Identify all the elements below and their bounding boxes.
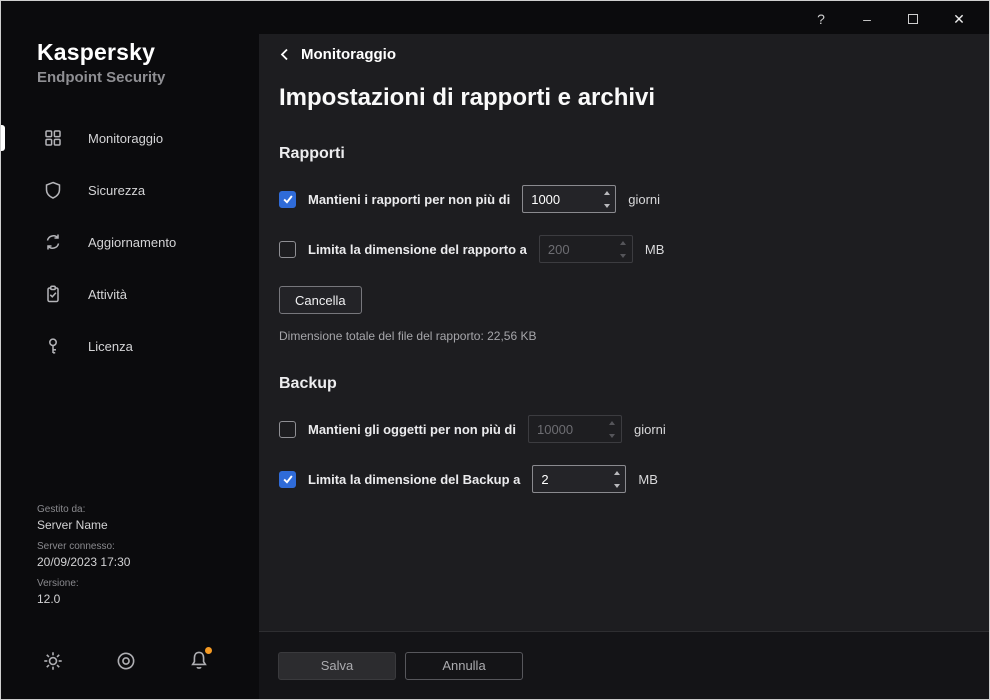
sidebar-item-label: Sicurezza (88, 183, 145, 198)
sidebar-item-licenza[interactable]: Licenza (1, 320, 259, 372)
number-field (539, 235, 633, 263)
spin-up-icon[interactable] (604, 416, 621, 429)
spin-down-icon[interactable] (608, 479, 625, 492)
setting-label: Limita la dimensione del Backup a (308, 472, 520, 487)
sidebar-item-monitoraggio[interactable]: Monitoraggio (1, 112, 259, 164)
server-connected-label: Server connesso: (37, 541, 130, 552)
stepper[interactable] (608, 466, 625, 492)
shield-icon (43, 180, 63, 200)
check-icon (282, 193, 294, 205)
unit-label: MB (645, 242, 665, 257)
sidebar-item-label: Monitoraggio (88, 131, 163, 146)
breadcrumb[interactable]: Monitoraggio (279, 46, 396, 63)
sidebar-item-label: Licenza (88, 339, 133, 354)
backup-size-limit-input[interactable] (533, 466, 608, 492)
clipboard-icon (43, 284, 63, 304)
checkbox-limit-backup-size[interactable] (279, 471, 296, 488)
version-label: Versione: (37, 578, 130, 589)
active-indicator (1, 125, 5, 151)
server-connected-value: 20/09/2023 17:30 (37, 555, 130, 569)
close-button[interactable]: ✕ (939, 5, 979, 33)
sidebar-item-sicurezza[interactable]: Sicurezza (1, 164, 259, 216)
sidebar-item-label: Aggiornamento (88, 235, 176, 250)
keep-reports-days-input[interactable] (523, 186, 598, 212)
brand-logo: Kaspersky Endpoint Security (37, 39, 259, 86)
setting-row-limit-report-size: Limita la dimensione del rapporto a MB (279, 235, 969, 263)
spin-up-icon[interactable] (598, 186, 615, 199)
main-content: Monitoraggio Impostazioni di rapporti e … (259, 34, 989, 699)
brand-name: Kaspersky (37, 39, 259, 66)
page-title: Impostazioni di rapporti e archivi (279, 84, 969, 112)
managed-by-value: Server Name (37, 518, 130, 532)
gear-icon (41, 649, 65, 673)
save-button[interactable]: Salva (278, 652, 396, 680)
checkbox-keep-reports[interactable] (279, 191, 296, 208)
setting-label: Mantieni i rapporti per non più di (308, 192, 510, 207)
maximize-button[interactable] (893, 5, 933, 33)
brand-product: Endpoint Security (37, 69, 259, 86)
checkbox-limit-report-size[interactable] (279, 241, 296, 258)
setting-row-keep-reports: Mantieni i rapporti per non più di giorn… (279, 185, 969, 213)
spin-up-icon[interactable] (608, 466, 625, 479)
notifications-button[interactable] (187, 649, 211, 673)
report-total-size-info: Dimensione totale del file del rapporto:… (279, 329, 969, 343)
managed-by-label: Gestito da: (37, 504, 130, 515)
grid-icon (43, 128, 63, 148)
number-field (528, 415, 622, 443)
sidebar-item-aggiornamento[interactable]: Aggiornamento (1, 216, 259, 268)
stepper[interactable] (604, 416, 621, 442)
unit-label: giorni (634, 422, 666, 437)
unit-label: giorni (628, 192, 660, 207)
settings-button[interactable] (41, 649, 65, 673)
unit-label: MB (638, 472, 658, 487)
setting-label: Mantieni gli oggetti per non più di (308, 422, 516, 437)
spin-up-icon[interactable] (615, 236, 632, 249)
server-info: Gestito da: Server Name Server connesso:… (37, 504, 130, 606)
titlebar: ? – ✕ (1, 1, 989, 37)
stepper[interactable] (615, 236, 632, 262)
checkbox-keep-objects[interactable] (279, 421, 296, 438)
support-button[interactable] (114, 649, 138, 673)
backup-section-heading: Backup (279, 375, 969, 393)
check-icon (282, 473, 294, 485)
number-field (522, 185, 616, 213)
setting-row-keep-objects: Mantieni gli oggetti per non più di gior… (279, 415, 969, 443)
key-icon (43, 336, 63, 356)
sidebar-nav: Monitoraggio Sicurezza (1, 112, 259, 372)
sidebar-item-label: Attività (88, 287, 127, 302)
stepper[interactable] (598, 186, 615, 212)
sidebar-item-attivita[interactable]: Attività (1, 268, 259, 320)
setting-row-limit-backup-size: Limita la dimensione del Backup a MB (279, 465, 969, 493)
cancel-button[interactable]: Annulla (405, 652, 523, 680)
sidebar: Kaspersky Endpoint Security Monitoraggio (1, 1, 259, 699)
maximize-icon (908, 14, 918, 24)
keep-objects-days-input[interactable] (529, 416, 604, 442)
action-bar: Salva Annulla (259, 631, 989, 699)
spin-down-icon[interactable] (604, 429, 621, 442)
app-window: ? – ✕ Kaspersky Endpoint Security Monito… (0, 0, 990, 700)
reports-section-heading: Rapporti (279, 145, 969, 163)
number-field (532, 465, 626, 493)
refresh-icon (43, 232, 63, 252)
help-button[interactable]: ? (801, 5, 841, 33)
report-size-limit-input[interactable] (540, 236, 615, 262)
minimize-button[interactable]: – (847, 5, 887, 33)
breadcrumb-label: Monitoraggio (301, 46, 396, 63)
clear-button[interactable]: Cancella (279, 286, 362, 314)
support-icon (114, 649, 138, 673)
sidebar-tools (41, 649, 211, 673)
setting-label: Limita la dimensione del rapporto a (308, 242, 527, 257)
spin-down-icon[interactable] (615, 249, 632, 262)
back-chevron-icon (279, 47, 290, 62)
spin-down-icon[interactable] (598, 199, 615, 212)
version-value: 12.0 (37, 592, 130, 606)
notification-dot (205, 647, 212, 654)
